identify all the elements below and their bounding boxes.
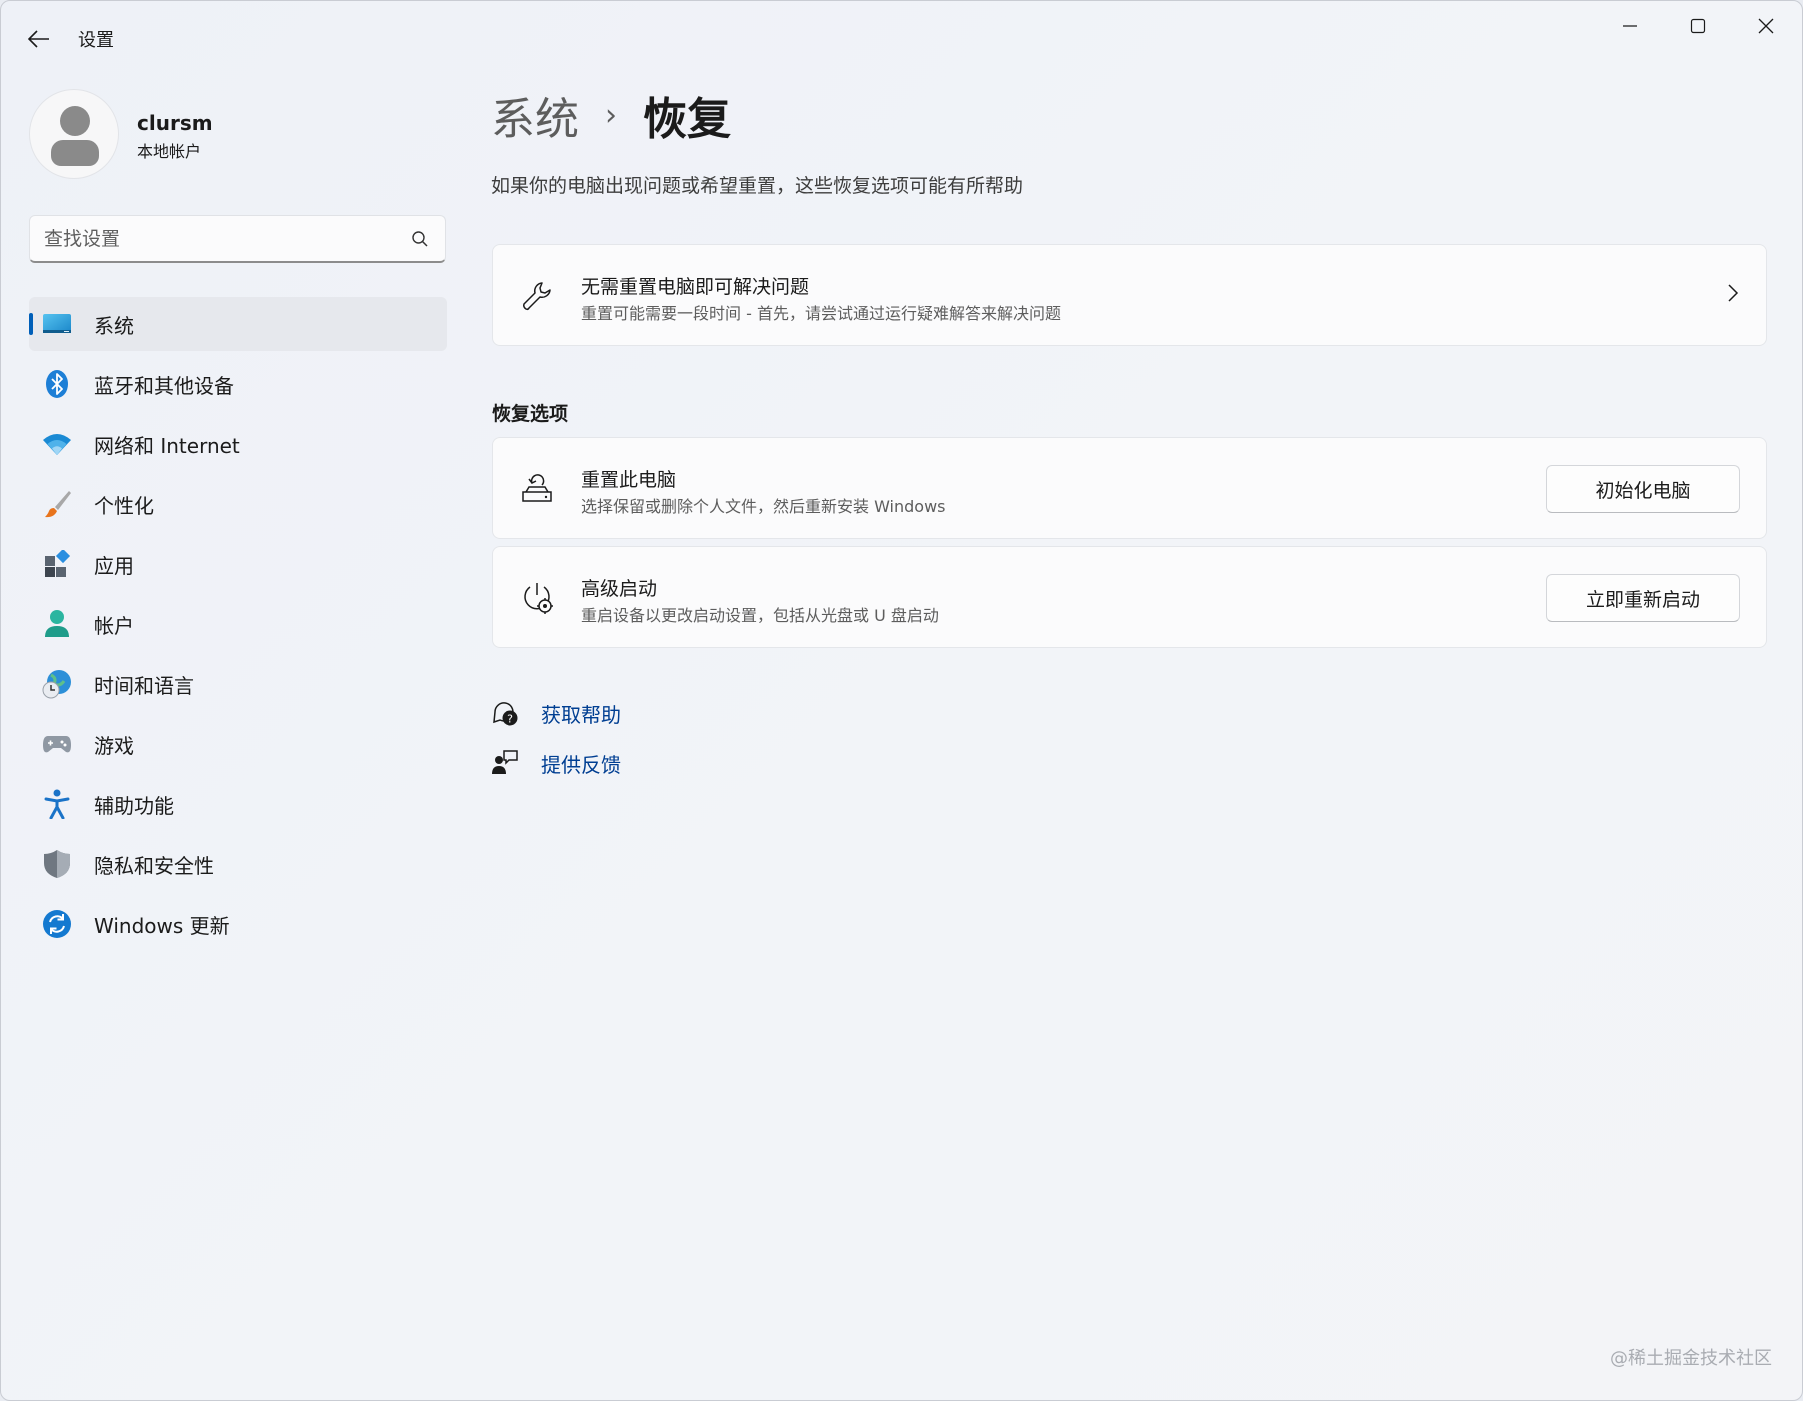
advanced-startup-icon: [519, 580, 555, 616]
sidebar-item-time-language[interactable]: 时间和语言: [29, 657, 447, 711]
globe-clock-icon: [42, 669, 72, 699]
sidebar-item-accounts[interactable]: 帐户: [29, 597, 447, 651]
sidebar-item-label: 个性化: [94, 493, 154, 518]
give-feedback-link[interactable]: 提供反馈: [491, 747, 791, 797]
search-box[interactable]: [29, 215, 446, 263]
chevron-right-icon: ›: [605, 97, 617, 133]
title-bar: 设置: [1, 1, 1802, 73]
section-title: 恢复选项: [492, 403, 569, 425]
breadcrumb-parent[interactable]: 系统: [491, 83, 579, 147]
sidebar-item-label: 时间和语言: [94, 673, 194, 698]
help-links: ? 获取帮助 提供反馈: [491, 697, 791, 797]
sidebar-item-label: 网络和 Internet: [94, 433, 240, 458]
reset-pc-button[interactable]: 初始化电脑: [1546, 465, 1740, 513]
card-title: 重置此电脑: [581, 469, 677, 491]
minimize-icon: [1623, 25, 1637, 27]
update-icon: [42, 909, 72, 939]
card-subtitle: 选择保留或删除个人文件，然后重新安装 Windows: [581, 497, 946, 516]
sidebar-item-apps[interactable]: 应用: [29, 537, 447, 591]
bluetooth-icon: [42, 369, 72, 399]
watermark: @稀土掘金技术社区: [1610, 1348, 1772, 1369]
card-title: 无需重置电脑即可解决问题: [581, 276, 810, 298]
monitor-icon: [42, 309, 72, 339]
avatar-head-icon: [60, 106, 90, 136]
card-subtitle: 重启设备以更改启动设置，包括从光盘或 U 盘启动: [581, 606, 939, 625]
sidebar-item-label: 应用: [94, 553, 134, 578]
sidebar-item-label: 辅助功能: [94, 793, 174, 818]
sidebar-item-gaming[interactable]: 游戏: [29, 717, 447, 771]
user-name: clursm: [137, 111, 213, 135]
page-title: 恢复: [643, 94, 731, 145]
breadcrumb: 系统 › 恢复: [491, 85, 731, 145]
help-icon: ?: [491, 699, 519, 727]
svg-text:?: ?: [507, 713, 513, 726]
avatar-body-icon: [51, 140, 99, 166]
accessibility-icon: [42, 789, 72, 819]
apps-icon: [42, 549, 72, 579]
maximize-icon: [1690, 18, 1706, 34]
minimize-button[interactable]: [1596, 1, 1664, 51]
account-type: 本地帐户: [137, 142, 202, 161]
sidebar-item-windows-update[interactable]: Windows 更新: [29, 897, 447, 951]
chevron-right-icon: [1728, 284, 1739, 302]
account-icon: [42, 609, 72, 639]
back-arrow-icon: [28, 30, 49, 48]
sidebar-item-network[interactable]: 网络和 Internet: [29, 417, 447, 471]
settings-window: 设置 clursm 本地帐户 查找设置 系统 蓝牙和其他设备 网络和 Inter…: [0, 0, 1803, 1401]
brush-icon: [42, 489, 72, 519]
troubleshoot-card[interactable]: 无需重置电脑即可解决问题 重置可能需要一段时间 - 首先，请尝试通过运行疑难解答…: [492, 244, 1767, 346]
sidebar-item-privacy[interactable]: 隐私和安全性: [29, 837, 447, 891]
wrench-icon: [519, 278, 555, 314]
reset-pc-card: 重置此电脑 选择保留或删除个人文件，然后重新安装 Windows 初始化电脑: [492, 437, 1767, 539]
close-button[interactable]: [1732, 1, 1800, 51]
close-icon: [1758, 18, 1774, 34]
get-help-label[interactable]: 获取帮助: [541, 699, 621, 728]
back-button[interactable]: [17, 17, 61, 61]
sidebar-item-accessibility[interactable]: 辅助功能: [29, 777, 447, 831]
sidebar-item-label: 隐私和安全性: [94, 853, 214, 878]
sidebar-item-label: 游戏: [94, 733, 134, 758]
maximize-button[interactable]: [1664, 1, 1732, 51]
sidebar-item-label: 帐户: [94, 613, 134, 638]
search-input[interactable]: [44, 216, 384, 262]
sidebar-item-personalization[interactable]: 个性化: [29, 477, 447, 531]
shield-icon: [42, 849, 72, 879]
gamepad-icon: [42, 729, 72, 759]
sidebar-item-bluetooth[interactable]: 蓝牙和其他设备: [29, 357, 447, 411]
card-subtitle: 重置可能需要一段时间 - 首先，请尝试通过运行疑难解答来解决问题: [581, 304, 1061, 323]
give-feedback-label[interactable]: 提供反馈: [541, 749, 621, 778]
sidebar-item-label: Windows 更新: [94, 913, 230, 938]
search-icon[interactable]: [411, 230, 429, 248]
app-title: 设置: [78, 30, 114, 51]
sidebar-item-system[interactable]: 系统: [29, 297, 447, 351]
feedback-icon: [491, 749, 519, 777]
sidebar-item-label: 蓝牙和其他设备: [94, 373, 234, 398]
page-description: 如果你的电脑出现问题或希望重置，这些恢复选项可能有所帮助: [491, 175, 1024, 197]
get-help-link[interactable]: ? 获取帮助: [491, 697, 791, 747]
user-profile[interactable]: clursm 本地帐户: [29, 89, 429, 181]
reset-pc-icon: [519, 471, 555, 507]
advanced-startup-card: 高级启动 重启设备以更改启动设置，包括从光盘或 U 盘启动 立即重新启动: [492, 546, 1767, 648]
sidebar-item-label: 系统: [94, 313, 134, 338]
avatar: [29, 89, 119, 179]
sidebar-nav: 系统 蓝牙和其他设备 网络和 Internet 个性化 应用 帐户 时间和语言 …: [29, 297, 447, 957]
wifi-icon: [42, 429, 72, 459]
restart-now-button[interactable]: 立即重新启动: [1546, 574, 1740, 622]
active-indicator: [29, 313, 33, 335]
card-title: 高级启动: [581, 578, 658, 600]
